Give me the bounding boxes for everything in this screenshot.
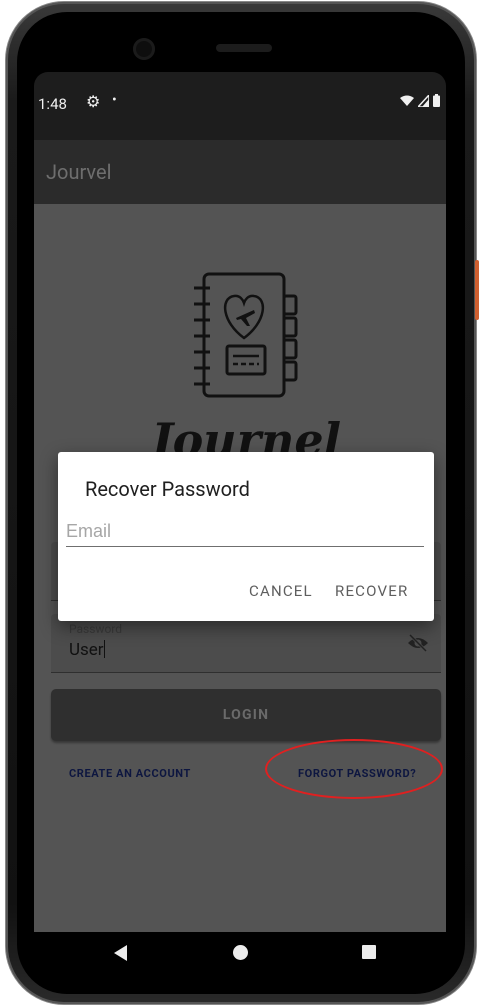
journel-wordmark-logo: Journel	[143, 413, 341, 458]
signal-icon	[418, 94, 429, 107]
notification-dot: •	[112, 92, 117, 108]
wifi-icon	[400, 95, 414, 106]
eye-off-icon[interactable]	[407, 634, 429, 652]
password-field[interactable]: Password User	[51, 614, 441, 673]
home-icon[interactable]	[233, 945, 248, 960]
recents-icon[interactable]	[362, 945, 376, 959]
gear-icon: ⚙	[86, 92, 101, 111]
journal-logo-icon	[194, 272, 298, 398]
recover-password-dialog: Recover Password CANCEL RECOVER	[58, 452, 434, 621]
login-button[interactable]: LOGIN	[51, 689, 441, 741]
navigation-bar	[34, 932, 446, 973]
annotation-highlight-ellipse	[265, 739, 443, 799]
status-icons	[400, 94, 440, 107]
password-label: Password	[69, 622, 123, 636]
front-camera	[133, 38, 155, 60]
side-power-button	[475, 260, 479, 320]
create-account-link[interactable]: CREATE AN ACCOUNT	[69, 767, 191, 780]
dialog-title: Recover Password	[85, 477, 250, 501]
recover-button[interactable]: RECOVER	[335, 582, 408, 600]
earpiece-speaker	[216, 44, 272, 52]
password-value: User	[69, 640, 105, 660]
back-icon[interactable]	[114, 945, 127, 961]
app-bar: Jourvel	[34, 140, 446, 204]
recover-email-input[interactable]	[66, 516, 424, 547]
cancel-button[interactable]: CANCEL	[249, 582, 313, 600]
text-cursor	[103, 640, 105, 658]
status-bar: 1:48 ⚙ •	[34, 72, 446, 140]
status-time: 1:48	[38, 95, 67, 113]
app-title: Jourvel	[46, 160, 112, 184]
battery-icon	[433, 94, 440, 107]
